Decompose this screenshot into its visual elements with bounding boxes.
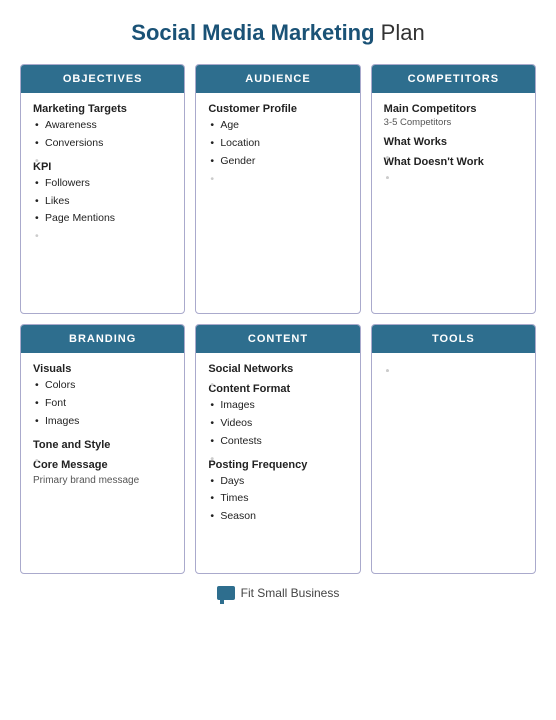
- list-item: Followers: [35, 175, 172, 193]
- list-item: Images: [210, 397, 347, 415]
- list-item: Gender: [210, 153, 347, 171]
- branding-header: BRANDING: [21, 325, 184, 353]
- objectives-section-kpi: KPI: [33, 161, 172, 173]
- tools-header: TOOLS: [372, 325, 535, 353]
- branding-visuals-list: Colors Font Images: [33, 377, 172, 431]
- objectives-marketing-list: Awareness Conversions: [33, 117, 172, 153]
- competitors-body: Main Competitors 3-5 Competitors What Wo…: [372, 93, 535, 313]
- competitors-section-works: What Works: [384, 136, 523, 148]
- objectives-kpi-list: Followers Likes Page Mentions: [33, 175, 172, 229]
- branding-card: BRANDING Visuals Colors Font Images Tone…: [20, 324, 185, 574]
- content-section-format: Content Format: [208, 383, 347, 395]
- competitors-card: COMPETITORS Main Competitors 3-5 Competi…: [371, 64, 536, 314]
- list-item: Likes: [35, 193, 172, 211]
- tools-card: TOOLS: [371, 324, 536, 574]
- list-item: Contests: [210, 433, 347, 451]
- brand-logo-icon: [217, 586, 235, 600]
- branding-section-visuals: Visuals: [33, 363, 172, 375]
- list-item: Images: [35, 413, 172, 431]
- objectives-body: Marketing Targets Awareness Conversions …: [21, 93, 184, 313]
- content-posting-list: Days Times Season: [208, 473, 347, 527]
- objectives-header: OBJECTIVES: [21, 65, 184, 93]
- content-body: Social Networks Content Format Images Vi…: [196, 353, 359, 573]
- competitors-section-main: Main Competitors: [384, 103, 523, 115]
- list-item: Times: [210, 490, 347, 508]
- competitors-header: COMPETITORS: [372, 65, 535, 93]
- content-header: CONTENT: [196, 325, 359, 353]
- audience-section-profile: Customer Profile: [208, 103, 347, 115]
- list-item: Days: [210, 473, 347, 491]
- tools-body: [372, 353, 535, 573]
- audience-header: AUDIENCE: [196, 65, 359, 93]
- competitors-sub-note: 3-5 Competitors: [384, 117, 523, 128]
- brand-name: Fit Small Business: [241, 586, 340, 600]
- list-item: Age: [210, 117, 347, 135]
- competitors-section-doesnt-work: What Doesn't Work: [384, 156, 523, 168]
- list-item: Page Mentions: [35, 210, 172, 228]
- branding-section-tone: Tone and Style: [33, 439, 172, 451]
- objectives-section-marketing-targets: Marketing Targets: [33, 103, 172, 115]
- bottom-grid: BRANDING Visuals Colors Font Images Tone…: [20, 324, 536, 574]
- objectives-card: OBJECTIVES Marketing Targets Awareness C…: [20, 64, 185, 314]
- audience-card: AUDIENCE Customer Profile Age Location G…: [195, 64, 360, 314]
- page-title: Social Media Marketing Plan: [20, 20, 536, 46]
- top-grid: OBJECTIVES Marketing Targets Awareness C…: [20, 64, 536, 314]
- list-item: Location: [210, 135, 347, 153]
- list-item: Conversions: [35, 135, 172, 153]
- content-card: CONTENT Social Networks Content Format I…: [195, 324, 360, 574]
- content-section-networks: Social Networks: [208, 363, 347, 375]
- footer: Fit Small Business: [20, 586, 536, 600]
- content-format-list: Images Videos Contests: [208, 397, 347, 451]
- audience-body: Customer Profile Age Location Gender: [196, 93, 359, 313]
- content-section-posting: Posting Frequency: [208, 459, 347, 471]
- branding-body: Visuals Colors Font Images Tone and Styl…: [21, 353, 184, 573]
- list-item: Season: [210, 508, 347, 526]
- branding-core-message-note: Primary brand message: [33, 475, 172, 486]
- list-item: Videos: [210, 415, 347, 433]
- list-item: Awareness: [35, 117, 172, 135]
- list-item: Font: [35, 395, 172, 413]
- branding-section-core-message: Core Message: [33, 459, 172, 471]
- list-item: Colors: [35, 377, 172, 395]
- audience-profile-list: Age Location Gender: [208, 117, 347, 171]
